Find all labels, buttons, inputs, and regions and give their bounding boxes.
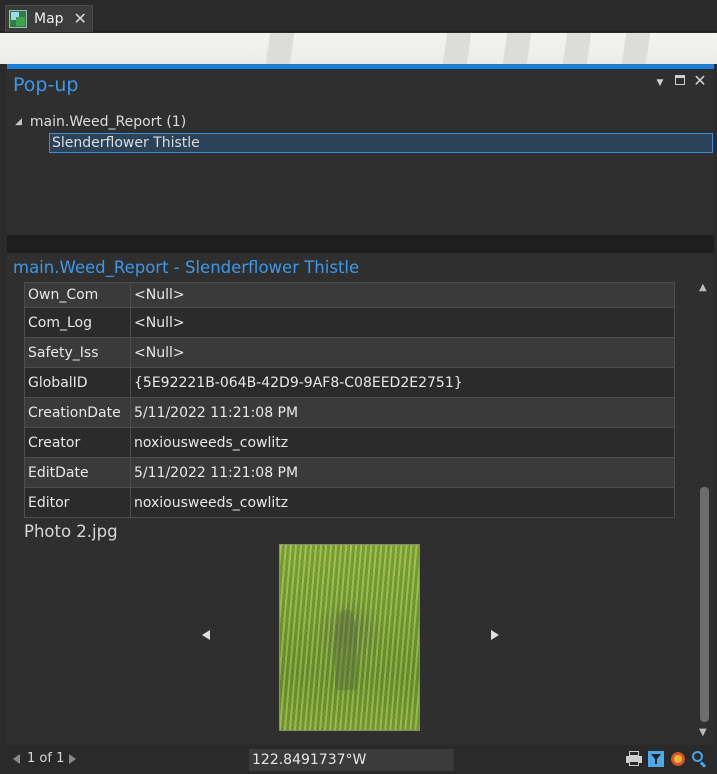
print-icon[interactable] xyxy=(626,751,642,767)
popup-pane: Pop-up ▼ ✕ ◢ main.Weed_Report (1) Slende… xyxy=(7,69,714,774)
tree-item-layer[interactable]: ◢ main.Weed_Report (1) xyxy=(15,112,186,132)
field-value: noxiousweeds_cowlitz xyxy=(130,487,675,518)
popup-content: Own_Com <Null> Com_Log <Null> Safety_Iss… xyxy=(24,282,684,742)
field-name: GlobalID xyxy=(24,367,131,398)
field-value: <Null> xyxy=(130,337,675,368)
previous-photo-arrow-icon[interactable] xyxy=(202,630,210,640)
map-icon xyxy=(9,10,27,28)
close-icon[interactable]: ✕ xyxy=(74,11,87,27)
attachment-photo[interactable] xyxy=(279,544,420,731)
filter-icon[interactable] xyxy=(648,751,664,767)
field-name: Safety_Iss xyxy=(24,337,131,368)
map-road xyxy=(265,33,295,64)
field-name: CreationDate xyxy=(24,397,131,428)
table-row: EditDate 5/11/2022 11:21:08 PM xyxy=(24,457,675,488)
zoom-to-icon[interactable] xyxy=(691,751,707,768)
field-name: Own_Com xyxy=(24,282,131,308)
next-photo-arrow-icon[interactable] xyxy=(491,630,499,640)
next-feature-icon[interactable] xyxy=(69,754,76,764)
field-value: {5E92221B-064B-42D9-9AF8-C08EED2E2751} xyxy=(130,367,675,398)
field-name: Com_Log xyxy=(24,307,131,338)
tree-layer-label: main.Weed_Report (1) xyxy=(29,114,187,130)
pane-splitter[interactable] xyxy=(7,235,714,253)
attribute-table: Own_Com <Null> Com_Log <Null> Safety_Iss… xyxy=(24,282,675,518)
document-tab-strip: Map ✕ xyxy=(0,0,717,32)
pane-title: Pop-up xyxy=(13,74,79,96)
feature-title: main.Weed_Report - Slenderflower Thistle xyxy=(13,258,360,277)
field-value: 5/11/2022 11:21:08 PM xyxy=(130,457,675,488)
scroll-down-icon[interactable]: ▼ xyxy=(699,727,707,738)
close-icon[interactable]: ✕ xyxy=(692,73,708,89)
flash-icon[interactable] xyxy=(670,751,686,767)
chevron-down-icon[interactable]: ▼ xyxy=(652,75,668,91)
table-row: Safety_Iss <Null> xyxy=(24,337,675,368)
table-row: Creator noxiousweeds_cowlitz xyxy=(24,427,675,458)
field-name: Editor xyxy=(24,487,131,518)
field-name: EditDate xyxy=(24,457,131,488)
field-value: <Null> xyxy=(130,282,675,308)
photo-title: Photo 2.jpg xyxy=(24,522,118,541)
previous-feature-icon[interactable] xyxy=(13,754,20,764)
field-value: noxiousweeds_cowlitz xyxy=(130,427,675,458)
tab-map[interactable]: Map ✕ xyxy=(5,5,93,32)
tree-feature-label: Slenderflower Thistle xyxy=(52,135,200,151)
map-road xyxy=(442,33,472,64)
map-road xyxy=(502,33,532,64)
map-view[interactable] xyxy=(0,33,717,64)
feature-tree: ◢ main.Weed_Report (1) Slenderflower Thi… xyxy=(7,109,714,235)
table-row: Editor noxiousweeds_cowlitz xyxy=(24,487,675,518)
table-row: GlobalID {5E92221B-064B-42D9-9AF8-C08EED… xyxy=(24,367,675,398)
table-row: Own_Com <Null> xyxy=(24,282,675,308)
scroll-up-icon[interactable]: ▲ xyxy=(699,282,707,293)
coordinates-readout: 122.8491737°W 46.0152674°N xyxy=(249,749,454,771)
popup-footer: 1 of 1 122.8491737°W 46.0152674°N xyxy=(7,745,714,774)
feature-page-count: 1 of 1 xyxy=(27,751,65,766)
vertical-scrollbar[interactable]: ▲ ▼ xyxy=(697,282,711,742)
maximize-icon[interactable] xyxy=(672,73,688,89)
tab-label: Map xyxy=(34,11,64,27)
pane-header: Pop-up ▼ ✕ xyxy=(7,69,714,99)
map-road xyxy=(621,33,651,64)
map-road xyxy=(562,33,592,64)
field-value: 5/11/2022 11:21:08 PM xyxy=(130,397,675,428)
expand-toggle-icon[interactable]: ◢ xyxy=(15,117,22,127)
field-value: <Null> xyxy=(130,307,675,338)
scrollbar-thumb[interactable] xyxy=(700,487,709,722)
field-name: Creator xyxy=(24,427,131,458)
table-row: CreationDate 5/11/2022 11:21:08 PM xyxy=(24,397,675,428)
table-row: Com_Log <Null> xyxy=(24,307,675,338)
tree-item-feature[interactable]: Slenderflower Thistle xyxy=(49,133,713,153)
